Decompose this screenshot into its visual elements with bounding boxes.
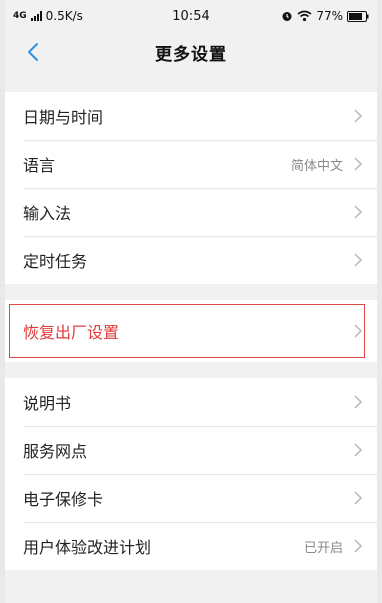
row-label: 定时任务 bbox=[23, 252, 88, 271]
chevron-right-icon bbox=[354, 491, 363, 505]
settings-group-support: 说明书 服务网点 电子保修卡 用户体验改进计划 已开启 bbox=[5, 378, 377, 570]
chevron-right-icon bbox=[354, 539, 363, 553]
row-date-time[interactable]: 日期与时间 bbox=[5, 92, 377, 140]
page-title: 更多设置 bbox=[155, 44, 227, 65]
row-label: 语言 bbox=[23, 156, 56, 175]
row-label: 说明书 bbox=[23, 394, 72, 413]
chevron-right-icon bbox=[354, 443, 363, 457]
chevron-right-icon bbox=[354, 324, 363, 338]
settings-group-reset: 恢复出厂设置 bbox=[5, 300, 377, 362]
row-e-warranty[interactable]: 电子保修卡 bbox=[5, 474, 377, 522]
signal-icon bbox=[30, 11, 42, 21]
row-label: 日期与时间 bbox=[23, 108, 104, 127]
row-scheduled-tasks[interactable]: 定时任务 bbox=[5, 236, 377, 284]
row-manual[interactable]: 说明书 bbox=[5, 378, 377, 426]
row-label: 用户体验改进计划 bbox=[23, 538, 152, 557]
battery-percent: 77% bbox=[316, 9, 343, 23]
network-speed: 0.5K/s bbox=[45, 9, 83, 23]
chevron-right-icon bbox=[354, 395, 363, 409]
chevron-right-icon bbox=[354, 157, 363, 171]
factory-reset-label: 恢复出厂设置 bbox=[23, 323, 120, 342]
row-service-centers[interactable]: 服务网点 bbox=[5, 426, 377, 474]
title-bar: 更多设置 bbox=[5, 32, 377, 72]
status-bar: 4G 0.5K/s 10:54 77% bbox=[5, 0, 377, 32]
chevron-left-icon bbox=[28, 43, 38, 61]
user-experience-status: 已开启 bbox=[303, 540, 343, 556]
row-input-method[interactable]: 输入法 bbox=[5, 188, 377, 236]
alarm-icon bbox=[282, 12, 292, 21]
row-label: 输入法 bbox=[23, 204, 72, 223]
network-type: 4G bbox=[13, 11, 27, 21]
row-language[interactable]: 语言 简体中文 bbox=[5, 140, 377, 188]
battery-icon bbox=[347, 10, 369, 22]
chevron-right-icon bbox=[354, 205, 363, 219]
row-label: 电子保修卡 bbox=[23, 490, 104, 509]
settings-screen: 4G 0.5K/s 10:54 77% 更多设置 日期与时间 语言 简体中文 输… bbox=[5, 0, 377, 603]
chevron-right-icon bbox=[354, 253, 363, 267]
row-user-experience[interactable]: 用户体验改进计划 已开启 bbox=[5, 522, 377, 570]
settings-group-general: 日期与时间 语言 简体中文 输入法 定时任务 bbox=[5, 92, 377, 284]
back-button[interactable] bbox=[19, 38, 47, 66]
language-value: 简体中文 bbox=[290, 158, 343, 174]
row-label: 服务网点 bbox=[23, 442, 88, 461]
row-factory-reset[interactable]: 恢复出厂设置 bbox=[5, 300, 377, 362]
wifi-icon bbox=[297, 10, 312, 22]
chevron-right-icon bbox=[354, 109, 363, 123]
